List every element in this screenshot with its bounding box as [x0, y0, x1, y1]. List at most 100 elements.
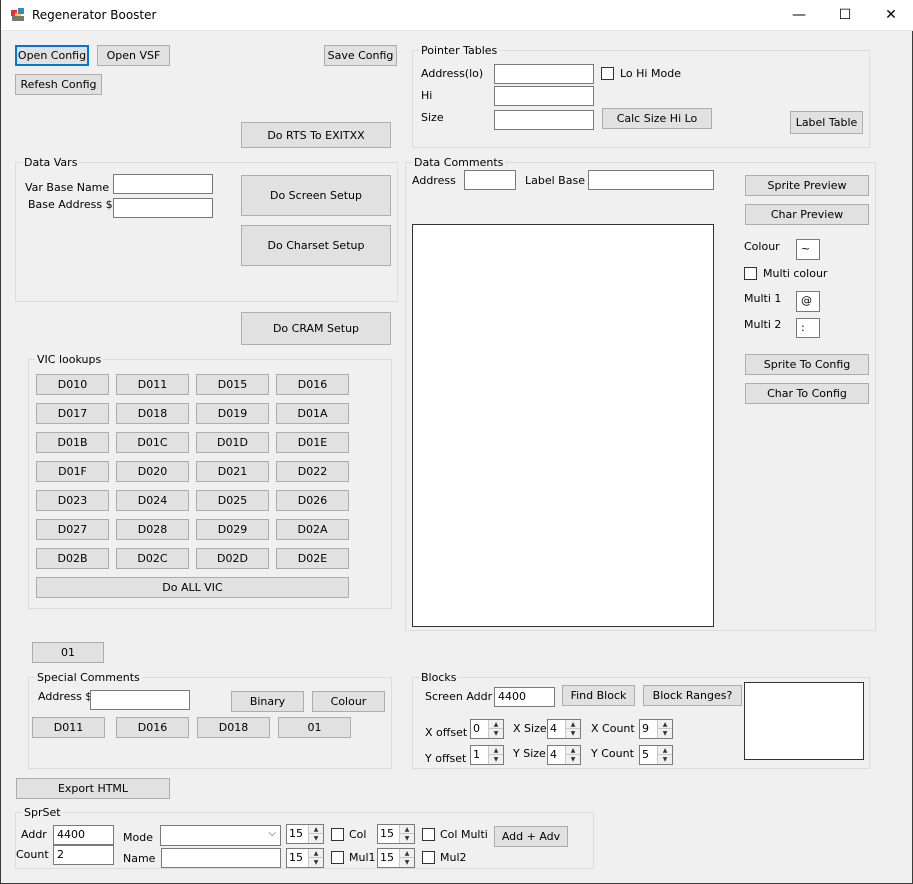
vic-register-button[interactable]: D027 — [36, 519, 109, 540]
sprite-preview-button[interactable]: Sprite Preview — [745, 175, 869, 196]
vic-register-button[interactable]: D02B — [36, 548, 109, 569]
spin-down-icon[interactable]: ▼ — [309, 858, 323, 867]
y-count-spin[interactable]: 5 ▲ ▼ — [639, 745, 673, 765]
spin-up-icon[interactable]: ▲ — [658, 746, 672, 755]
col-spin[interactable]: 15 ▲ ▼ — [377, 824, 415, 844]
address-lo-input[interactable] — [494, 64, 594, 84]
label-base-input[interactable] — [588, 170, 714, 190]
close-button[interactable]: ✕ — [868, 0, 913, 30]
vic-register-button[interactable]: D01F — [36, 461, 109, 482]
vic-register-button[interactable]: D023 — [36, 490, 109, 511]
spin-down-icon[interactable]: ▼ — [309, 834, 323, 843]
spin-up-icon[interactable]: ▲ — [566, 720, 580, 729]
spin-up-icon[interactable]: ▲ — [566, 746, 580, 755]
do-all-vic-button[interactable]: Do ALL VIC — [36, 577, 349, 598]
col-multi-checkbox[interactable] — [422, 828, 435, 841]
lo-hi-mode-checkbox[interactable] — [601, 67, 614, 80]
find-block-button[interactable]: Find Block — [562, 685, 635, 706]
vic-register-button[interactable]: D018 — [116, 403, 189, 424]
spin-down-icon[interactable]: ▼ — [489, 729, 503, 738]
sprset-count-input[interactable]: 2 — [53, 845, 114, 865]
char-to-config-button[interactable]: Char To Config — [745, 383, 869, 404]
spin-down-icon[interactable]: ▼ — [400, 834, 414, 843]
vic-register-button[interactable]: D022 — [276, 461, 349, 482]
sprset-spin-1[interactable]: 15 ▲ ▼ — [286, 824, 324, 844]
vic-register-button[interactable]: D017 — [36, 403, 109, 424]
vic-register-button[interactable]: D028 — [116, 519, 189, 540]
export-html-button[interactable]: Export HTML — [16, 778, 170, 799]
preview-canvas[interactable] — [412, 224, 714, 627]
multi-colour-checkbox[interactable] — [744, 267, 757, 280]
base-address-input[interactable] — [113, 198, 213, 218]
size-input[interactable] — [494, 110, 594, 130]
vic-register-button[interactable]: D02E — [276, 548, 349, 569]
colour-button[interactable]: Colour — [312, 691, 385, 712]
sprset-spin-2[interactable]: 15 ▲ ▼ — [286, 848, 324, 868]
do-screen-setup-button[interactable]: Do Screen Setup — [241, 175, 391, 216]
hi-input[interactable] — [494, 86, 594, 106]
special-d011-button[interactable]: D011 — [32, 717, 105, 738]
vic-register-button[interactable]: D024 — [116, 490, 189, 511]
spin-up-icon[interactable]: ▲ — [309, 825, 323, 834]
vic-register-button[interactable]: D020 — [116, 461, 189, 482]
mul1-checkbox[interactable] — [331, 851, 344, 864]
sprite-to-config-button[interactable]: Sprite To Config — [745, 354, 869, 375]
spin-down-icon[interactable]: ▼ — [566, 755, 580, 764]
save-config-button[interactable]: Save Config — [324, 45, 397, 66]
open-vsf-button[interactable]: Open VSF — [97, 45, 170, 66]
open-config-button[interactable]: Open Config — [15, 45, 89, 66]
vic-register-button[interactable]: D010 — [36, 374, 109, 395]
mul1-spin[interactable]: 15 ▲ ▼ — [377, 848, 415, 868]
y-size-spin[interactable]: 4 ▲ ▼ — [547, 745, 581, 765]
vic-register-button[interactable]: D029 — [196, 519, 269, 540]
label-table-button[interactable]: Label Table — [790, 111, 863, 134]
vic-register-button[interactable]: D02D — [196, 548, 269, 569]
refresh-config-button[interactable]: Refesh Config — [15, 74, 102, 95]
special-address-input[interactable] — [90, 690, 190, 710]
minimize-button[interactable]: — — [776, 0, 822, 30]
char-preview-button[interactable]: Char Preview — [745, 204, 869, 225]
col-checkbox[interactable] — [331, 828, 344, 841]
spin-down-icon[interactable]: ▼ — [658, 729, 672, 738]
vic-register-button[interactable]: D01E — [276, 432, 349, 453]
sprset-mode-select[interactable]: ⌵ — [160, 825, 281, 846]
spin-up-icon[interactable]: ▲ — [489, 720, 503, 729]
vic-register-button[interactable]: D011 — [116, 374, 189, 395]
colour-swatch[interactable]: ~ — [796, 239, 820, 260]
spin-up-icon[interactable]: ▲ — [400, 849, 414, 858]
spin-up-icon[interactable]: ▲ — [400, 825, 414, 834]
vic-register-button[interactable]: D025 — [196, 490, 269, 511]
do-rts-button[interactable]: Do RTS To EXITXX — [241, 122, 391, 148]
spin-down-icon[interactable]: ▼ — [489, 755, 503, 764]
vic-register-button[interactable]: D01D — [196, 432, 269, 453]
mul2-checkbox[interactable] — [422, 851, 435, 864]
y-offset-spin[interactable]: 1 ▲ ▼ — [470, 745, 504, 765]
maximize-button[interactable]: ☐ — [822, 0, 868, 30]
sprset-name-input[interactable] — [161, 848, 281, 868]
x-size-spin[interactable]: 4 ▲ ▼ — [547, 719, 581, 739]
add-adv-button[interactable]: Add + Adv — [494, 826, 568, 847]
spin-down-icon[interactable]: ▼ — [658, 755, 672, 764]
block-ranges-output[interactable] — [744, 682, 864, 760]
do-cram-setup-button[interactable]: Do CRAM Setup — [241, 312, 391, 345]
spin-up-icon[interactable]: ▲ — [658, 720, 672, 729]
vic-register-button[interactable]: D01C — [116, 432, 189, 453]
special-d018-button[interactable]: D018 — [197, 717, 270, 738]
vic-register-button[interactable]: D026 — [276, 490, 349, 511]
vic-register-button[interactable]: D016 — [276, 374, 349, 395]
calc-size-button[interactable]: Calc Size Hi Lo — [602, 108, 712, 129]
special-d016-button[interactable]: D016 — [116, 717, 189, 738]
multi1-swatch[interactable]: @ — [796, 291, 820, 312]
vic-register-button[interactable]: D019 — [196, 403, 269, 424]
block-ranges-button[interactable]: Block Ranges? — [643, 685, 742, 706]
x-offset-spin[interactable]: 0 ▲ ▼ — [470, 719, 504, 739]
screen-addr-input[interactable]: 4400 — [494, 687, 555, 707]
dc-address-input[interactable] — [464, 170, 516, 190]
vic-register-button[interactable]: D01B — [36, 432, 109, 453]
vic-register-button[interactable]: D02C — [116, 548, 189, 569]
binary-button[interactable]: Binary — [231, 691, 304, 712]
spin-down-icon[interactable]: ▼ — [566, 729, 580, 738]
vic-register-button[interactable]: D015 — [196, 374, 269, 395]
var-base-name-input[interactable] — [113, 174, 213, 194]
sprset-addr-input[interactable]: 4400 — [53, 825, 114, 845]
